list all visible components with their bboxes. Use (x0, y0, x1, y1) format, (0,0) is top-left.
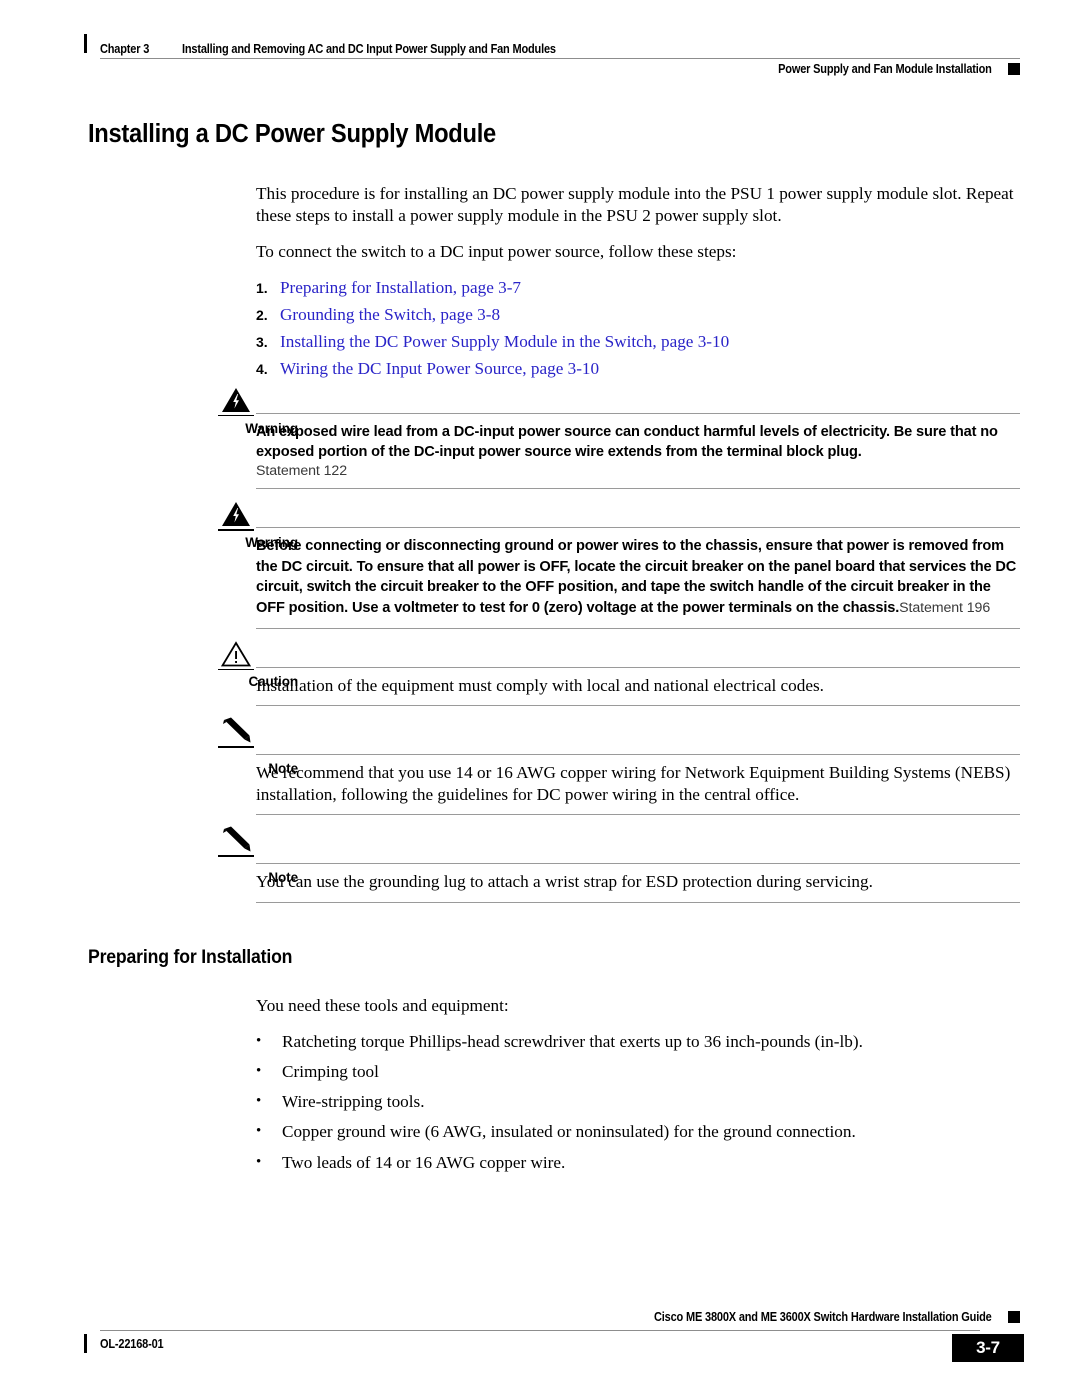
step-number: 1. (256, 279, 268, 296)
header-divider (100, 58, 1020, 59)
header-chapter-number: Chapter 3 (100, 42, 150, 56)
admonition-label: Warning (245, 535, 298, 550)
icon-underline (218, 668, 254, 671)
step-link-installing-dc-power-supply-module[interactable]: Installing the DC Power Supply Module in… (280, 332, 729, 352)
list-item: 2. Grounding the Switch, page 3-8 (256, 305, 1020, 325)
intro-paragraph-1: This procedure is for installing an DC p… (256, 184, 1014, 226)
footer-left-tick-mark (84, 1334, 87, 1353)
footer-document-id: OL-22168-01 (100, 1336, 164, 1351)
bullet-icon: • (256, 1153, 262, 1170)
tools-block: You need these tools and equipment: • Ra… (256, 995, 1020, 1174)
page-footer: Cisco ME 3800X and ME 3600X Switch Hardw… (84, 1308, 1024, 1362)
intro-paragraph-2: To connect the switch to a DC input powe… (256, 242, 737, 262)
bullet-icon: • (256, 1063, 262, 1079)
list-item: • Two leads of 14 or 16 AWG copper wire. (256, 1152, 1020, 1174)
document-page: Chapter 3 Installing and Removing AC and… (0, 0, 1080, 1397)
tools-list: • Ratcheting torque Phillips-head screwd… (256, 1031, 1020, 1174)
admonition-body: Installation of the equipment must compl… (256, 666, 1020, 707)
admonition-caution: Caution Installation of the equipment mu… (88, 641, 1020, 707)
header-chapter-title: Installing and Removing AC and DC Input … (181, 42, 556, 56)
admonition-warning-1: Warning An exposed wire lead from a DC-i… (88, 387, 1020, 489)
header-left-tick-mark (84, 34, 87, 53)
list-item: • Ratcheting torque Phillips-head screwd… (256, 1031, 1020, 1053)
step-link-wiring-dc-input-power-source[interactable]: Wiring the DC Input Power Source, page 3… (280, 359, 599, 379)
list-item: 4. Wiring the DC Input Power Source, pag… (256, 359, 1020, 379)
procedure-step-list: 1. Preparing for Installation, page 3-7 … (256, 278, 1020, 379)
admonition-body: Before connecting or disconnecting groun… (256, 527, 1020, 629)
header-chapter-row: Chapter 3 Installing and Removing AC and… (84, 34, 1020, 56)
bullet-icon: • (256, 1032, 262, 1049)
footer-guide-title: Cisco ME 3800X and ME 3600X Switch Hardw… (654, 1310, 992, 1324)
caution-exclamation-triangle-icon (208, 641, 264, 671)
admonition-label: Note (268, 870, 298, 886)
admonition-warning-2: Warning Before connecting or disconnecti… (88, 502, 1020, 629)
icon-underline (218, 855, 254, 858)
icon-underline (218, 746, 254, 748)
note-pencil-icon (208, 716, 264, 748)
warning-lightning-triangle-icon (208, 387, 264, 417)
intro-block: This procedure is for installing an DC p… (256, 183, 1020, 379)
list-item: • Copper ground wire (6 AWG, insulated o… (256, 1121, 1020, 1143)
bullet-icon: • (256, 1123, 262, 1140)
step-number: 2. (256, 306, 268, 323)
admonition-text: An exposed wire lead from a DC-input pow… (256, 423, 998, 461)
admonition-statement: Statement 122 (256, 463, 347, 479)
admonition-label: Warning (245, 420, 298, 436)
admonition-note-1: Note We recommend that you use 14 or 16 … (88, 717, 1020, 816)
admonition-label: Note (268, 761, 298, 777)
admonition-statement: Statement 196 (899, 600, 991, 617)
page-header: Chapter 3 Installing and Removing AC and… (84, 34, 1020, 76)
list-item: 3. Installing the DC Power Supply Module… (256, 332, 1020, 352)
step-link-preparing-for-installation[interactable]: Preparing for Installation, page 3-7 (280, 278, 521, 298)
tools-item-text: Ratcheting torque Phillips-head screwdri… (282, 1031, 863, 1051)
footer-docid-row: OL-22168-01 3-7 (84, 1334, 1024, 1362)
icon-underline (218, 529, 254, 531)
header-square-marker-icon (1008, 63, 1020, 75)
warning-lightning-triangle-icon (208, 501, 264, 531)
icon-underline (218, 414, 254, 417)
step-number: 4. (256, 360, 268, 377)
admonition-body: An exposed wire lead from a DC-input pow… (256, 412, 1020, 489)
admonition-note-2: Note You can use the grounding lug to at… (88, 826, 1020, 903)
admonition-text: We recommend that you use 14 or 16 AWG c… (256, 763, 1011, 805)
admonition-text: You can use the grounding lug to attach … (256, 872, 873, 892)
header-section-row: Power Supply and Fan Module Installation (749, 62, 1020, 76)
step-number: 3. (256, 333, 268, 350)
tools-item-text: Crimping tool (282, 1062, 379, 1081)
document-content: Installing a DC Power Supply Module This… (88, 120, 1020, 1182)
list-item: 1. Preparing for Installation, page 3-7 (256, 278, 1020, 298)
footer-page-number-box: 3-7 (952, 1334, 1024, 1362)
bullet-icon: • (256, 1093, 262, 1110)
list-item: • Crimping tool (256, 1061, 1020, 1083)
admonition-label: Caution (248, 673, 298, 689)
footer-divider (100, 1330, 980, 1331)
footer-square-marker-icon (1008, 1311, 1020, 1323)
page-title: Installing a DC Power Supply Module (88, 120, 496, 148)
header-section-title: Power Supply and Fan Module Installation (778, 62, 992, 76)
admonition-text: Installation of the equipment must compl… (256, 675, 824, 695)
tools-item-text: Wire-stripping tools. (282, 1092, 425, 1112)
admonition-body: We recommend that you use 14 or 16 AWG c… (256, 754, 1020, 816)
admonition-body: You can use the grounding lug to attach … (256, 863, 1020, 903)
tools-item-text: Two leads of 14 or 16 AWG copper wire. (282, 1152, 566, 1172)
tools-item-text: Copper ground wire (6 AWG, insulated or … (282, 1122, 856, 1142)
step-link-grounding-the-switch[interactable]: Grounding the Switch, page 3-8 (280, 305, 500, 325)
footer-guide-row: Cisco ME 3800X and ME 3600X Switch Hardw… (84, 1308, 1020, 1326)
tools-lead-text: You need these tools and equipment: (256, 995, 509, 1015)
list-item: • Wire-stripping tools. (256, 1091, 1020, 1113)
section-title-preparing-for-installation: Preparing for Installation (88, 946, 293, 968)
note-pencil-icon (208, 825, 264, 858)
